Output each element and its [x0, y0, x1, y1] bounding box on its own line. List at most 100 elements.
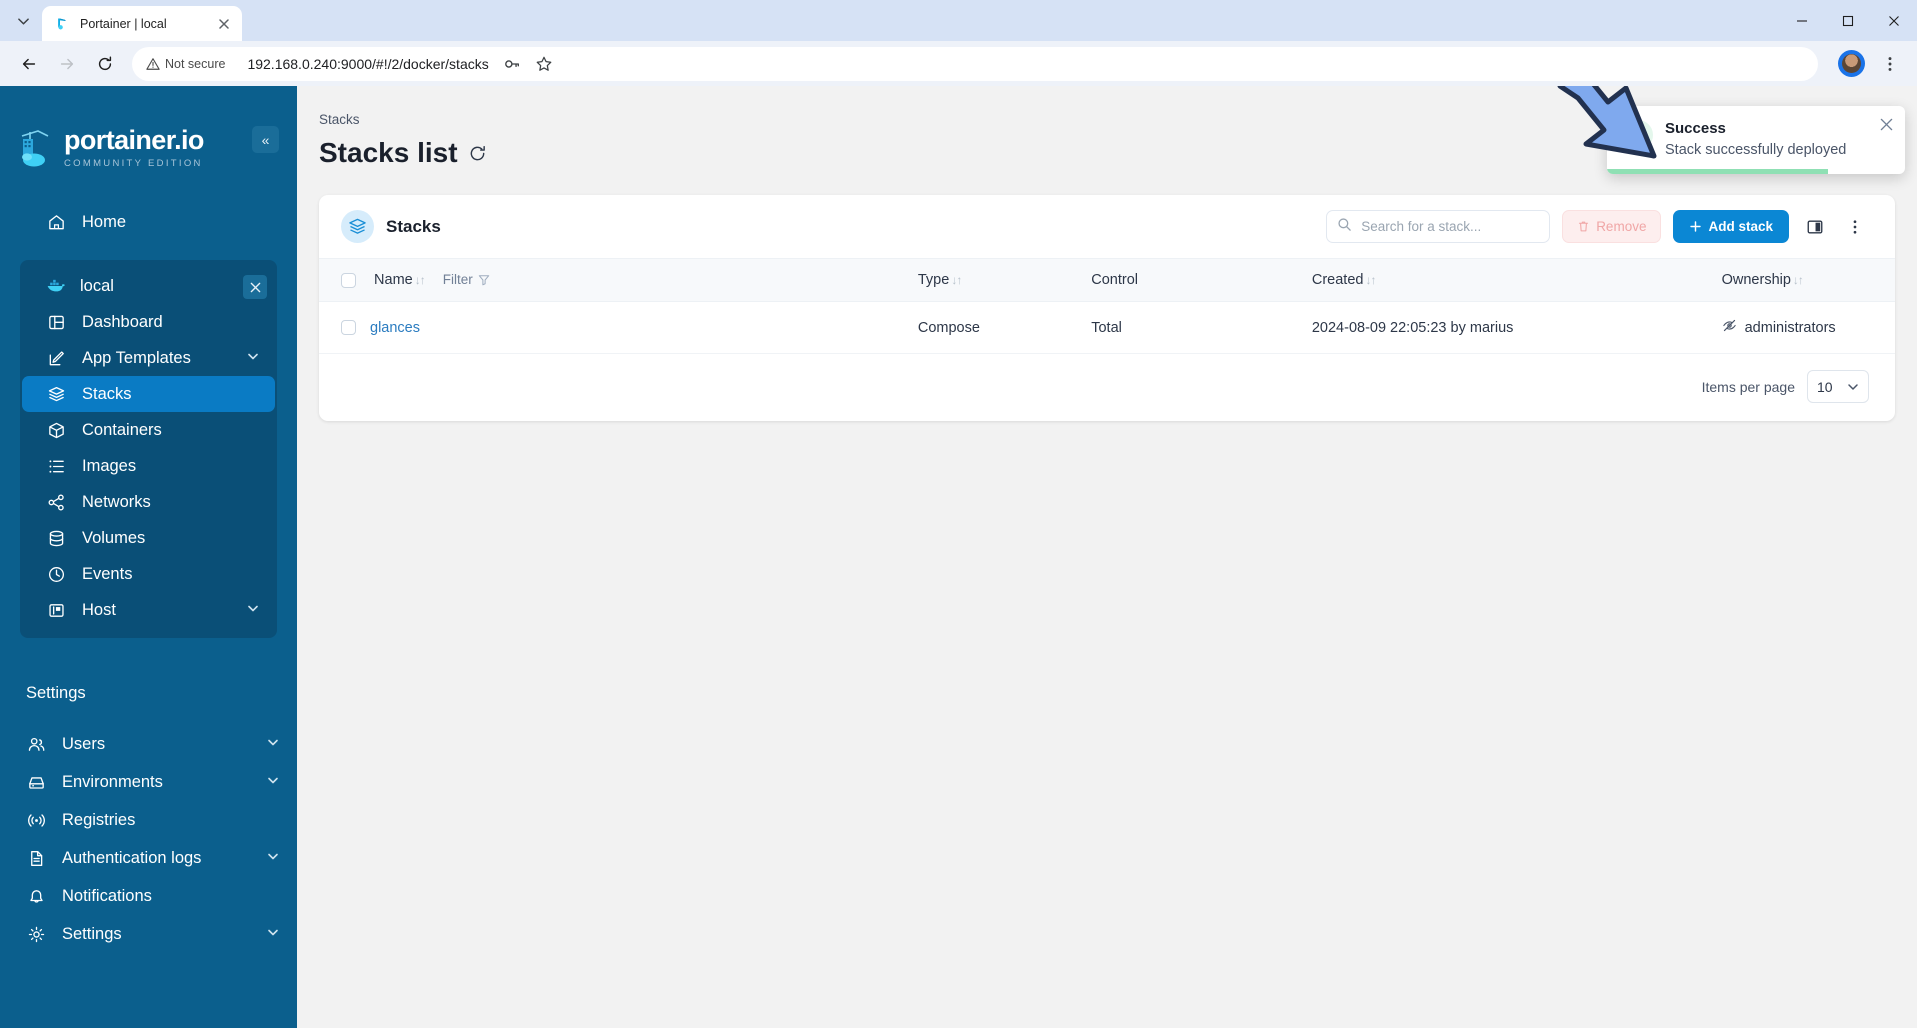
stacks-icon: [46, 384, 66, 404]
close-window-button[interactable]: [1871, 0, 1917, 41]
remove-button[interactable]: Remove: [1562, 210, 1662, 243]
reload-icon[interactable]: [88, 47, 122, 81]
chevron-down-icon[interactable]: [247, 603, 259, 618]
portainer-logo[interactable]: portainer.io COMMUNITY EDITION «: [0, 106, 297, 176]
images-icon: [46, 456, 66, 476]
star-icon[interactable]: [529, 49, 559, 79]
column-header-type[interactable]: Type ↓↑: [918, 259, 1091, 302]
events-clock-icon: [46, 564, 66, 584]
stack-name-link[interactable]: glances: [370, 320, 420, 336]
avatar[interactable]: [1838, 50, 1865, 77]
column-header-control[interactable]: Control: [1091, 259, 1312, 302]
items-per-page-label: Items per page: [1701, 378, 1795, 395]
back-arrow-icon[interactable]: [12, 47, 46, 81]
search-icon: [1337, 217, 1352, 237]
filter-button[interactable]: Filter: [443, 272, 490, 287]
tab-search-button[interactable]: [6, 4, 40, 38]
url-text: 192.168.0.240:9000/#!/2/docker/stacks: [247, 55, 489, 72]
table-row[interactable]: glances Compose Total 2024-08-09 22:05:23 b…: [319, 301, 1895, 354]
sidebar-item-networks[interactable]: Networks: [20, 484, 277, 520]
sidebar-item-authentication-logs[interactable]: Authentication logs: [0, 839, 297, 877]
sidebar-item-label: Authentication logs: [62, 848, 202, 867]
tab-strip: Portainer | local: [0, 0, 1917, 41]
toast-content: Success Stack successfully deployed: [1623, 120, 1891, 158]
chevron-down-icon[interactable]: [267, 851, 279, 866]
sidebar-item-images[interactable]: Images: [20, 448, 277, 484]
sidebar-item-volumes[interactable]: Volumes: [20, 520, 277, 556]
funnel-icon: [478, 274, 489, 285]
sidebar-item-label: App Templates: [82, 348, 191, 367]
close-icon[interactable]: [243, 275, 267, 299]
chevron-down-icon: [1848, 383, 1858, 390]
sidebar-item-users[interactable]: Users: [0, 725, 297, 763]
column-header-name[interactable]: Name ↓↑ Filter: [319, 259, 918, 302]
add-stack-label: Add stack: [1708, 219, 1773, 234]
browser-tab[interactable]: Portainer | local: [42, 6, 242, 41]
sidebar-item-registries[interactable]: Registries: [0, 801, 297, 839]
toast-text: Success Stack successfully deployed: [1665, 120, 1846, 158]
sidebar-item-stacks[interactable]: Stacks: [22, 376, 275, 412]
address-bar[interactable]: Not secure 192.168.0.240:9000/#!/2/docke…: [132, 46, 1818, 81]
chevron-double-left-icon[interactable]: «: [252, 126, 279, 153]
kebab-menu-icon[interactable]: [1841, 213, 1869, 241]
sidebar-item-environments[interactable]: Environments: [0, 763, 297, 801]
close-icon[interactable]: [1880, 118, 1893, 135]
sidebar-item-home[interactable]: Home: [20, 202, 277, 242]
add-stack-button[interactable]: Add stack: [1673, 210, 1789, 243]
items-per-page-select[interactable]: 10: [1807, 370, 1869, 403]
minimize-button[interactable]: [1779, 0, 1825, 41]
chevron-down-icon[interactable]: [267, 775, 279, 790]
environment-header[interactable]: local: [20, 268, 277, 304]
column-header-ownership[interactable]: Ownership ↓↑: [1722, 259, 1895, 302]
key-icon[interactable]: [497, 49, 527, 79]
networks-icon: [46, 492, 66, 512]
maximize-button[interactable]: [1825, 0, 1871, 41]
close-icon[interactable]: [214, 14, 233, 33]
refresh-icon[interactable]: [468, 144, 487, 163]
chevron-down-icon[interactable]: [267, 927, 279, 942]
column-label: Name: [374, 272, 413, 288]
row-checkbox[interactable]: [341, 320, 356, 336]
kebab-menu-icon[interactable]: [1875, 49, 1905, 79]
security-indicator[interactable]: Not secure: [146, 57, 225, 71]
window-controls: [1779, 0, 1917, 41]
sidebar-item-containers[interactable]: Containers: [20, 412, 277, 448]
search-input[interactable]: [1361, 219, 1540, 234]
sort-name[interactable]: Name ↓↑: [374, 272, 426, 288]
chevron-down-icon[interactable]: [247, 351, 259, 366]
main-content: Stacks Stacks list Stacks Search for a s…: [297, 86, 1917, 1028]
cell-name: glances: [319, 301, 918, 354]
dashboard-icon: [46, 312, 66, 332]
chevron-down-icon[interactable]: [267, 737, 279, 752]
select-all-checkbox[interactable]: [341, 272, 356, 288]
settings-nav-list: Users Environments Registries Authenticatio…: [0, 725, 297, 953]
registries-icon: [26, 810, 46, 830]
column-header-created[interactable]: Created ↓↑: [1312, 259, 1722, 302]
document-icon: [26, 848, 46, 868]
columns-layout-icon[interactable]: [1801, 213, 1829, 241]
tab-title: Portainer | local: [80, 16, 167, 31]
browser-toolbar: Not secure 192.168.0.240:9000/#!/2/docke…: [0, 41, 1917, 86]
template-icon: [46, 348, 66, 368]
portainer-crane-icon: [18, 127, 54, 169]
sidebar-item-notifications[interactable]: Notifications: [0, 877, 297, 915]
sidebar-item-app-templates[interactable]: App Templates: [20, 340, 277, 376]
sidebar-item-label: Users: [62, 734, 106, 753]
forward-arrow-icon[interactable]: [50, 47, 84, 81]
sidebar-item-label: Registries: [62, 810, 136, 829]
stacks-table: Name ↓↑ Filter Type ↓↑ Control Created ↓…: [319, 258, 1895, 354]
sort-updown-icon: ↓↑: [1792, 273, 1804, 287]
environment-nav-list: Dashboard App Templates Stacks Containers Im…: [20, 304, 277, 628]
sidebar-item-events[interactable]: Events: [20, 556, 277, 592]
sidebar-item-dashboard[interactable]: Dashboard: [20, 304, 277, 340]
logo-subtitle: COMMUNITY EDITION: [64, 158, 203, 169]
search-box[interactable]: [1326, 210, 1551, 243]
ownership-label: administrators: [1744, 319, 1836, 336]
sidebar-item-host[interactable]: Host: [20, 592, 277, 628]
pagination-footer: Items per page 10: [319, 354, 1895, 421]
environment-label: local: [80, 276, 114, 295]
sidebar-item-settings[interactable]: Settings: [0, 915, 297, 953]
sidebar-item-label: Networks: [82, 492, 151, 511]
card-title: Stacks: [386, 216, 441, 236]
application: portainer.io COMMUNITY EDITION « Home lo…: [0, 86, 1917, 1028]
